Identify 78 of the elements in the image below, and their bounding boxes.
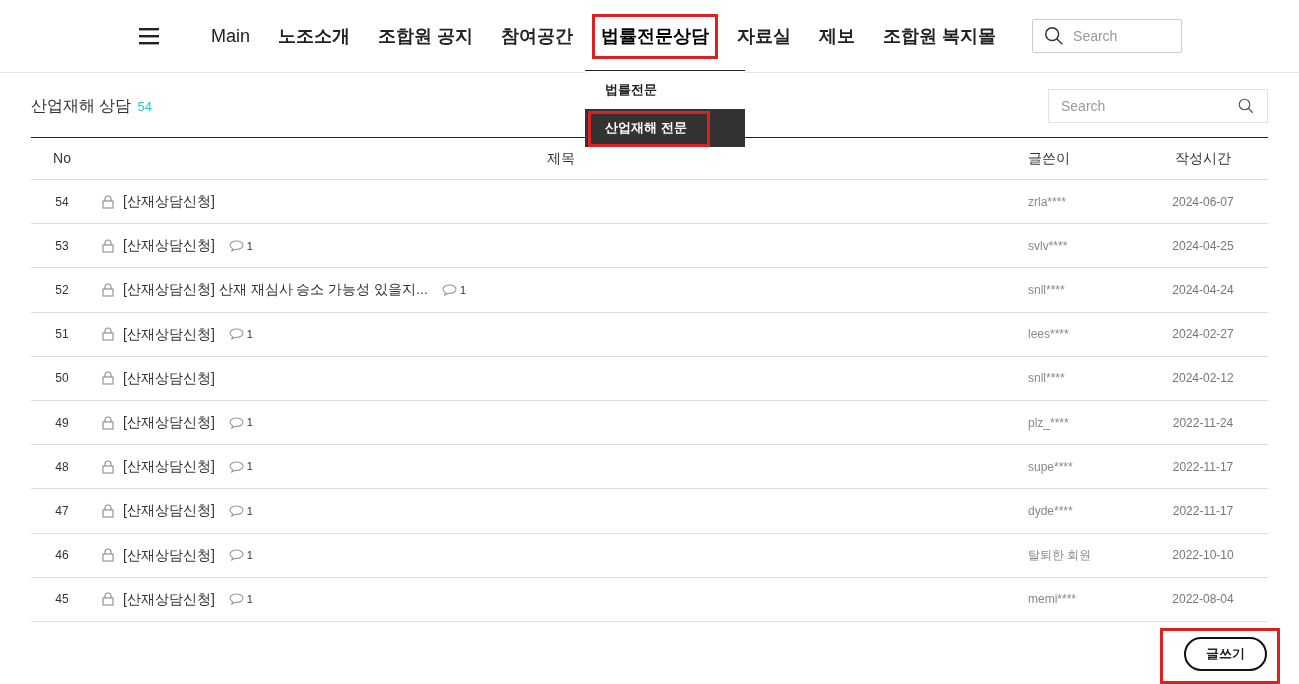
post-author: svlv**** <box>1028 237 1069 255</box>
post-date: 2024-04-24 <box>1171 281 1235 299</box>
comment-icon <box>228 504 244 517</box>
post-title[interactable]: [산재상담신청] <box>123 500 215 522</box>
search-input[interactable]: Search <box>1073 25 1172 47</box>
comment-icon <box>228 239 244 252</box>
column-header: 글쓴이 <box>1028 149 1071 168</box>
comment-icon <box>228 460 244 473</box>
post-title[interactable]: [산재상담신청] <box>123 235 215 257</box>
post-date: 2024-06-07 <box>1171 193 1235 211</box>
post-number: 46 <box>54 547 70 565</box>
nav-link[interactable]: 제보 <box>811 14 864 58</box>
post-title[interactable]: [산재상담신청] <box>123 323 215 345</box>
post-title[interactable]: [산재상담신청] <box>123 456 215 478</box>
comment-icon <box>228 416 244 429</box>
post-number: 49 <box>54 414 70 432</box>
comment-icon <box>441 283 457 296</box>
post-date: 2022-11-17 <box>1171 502 1235 520</box>
post-author: supe**** <box>1028 458 1074 476</box>
nav-link[interactable]: 조합원 공지 <box>370 14 482 58</box>
post-author: snll**** <box>1028 370 1066 388</box>
post-author: lees**** <box>1028 326 1070 344</box>
nav-link[interactable]: 조합원 복지몰 <box>875 14 1005 58</box>
comment-count: 1 <box>246 503 253 519</box>
comment-count: 1 <box>459 282 467 298</box>
comment-count: 1 <box>246 326 253 342</box>
post-author: dyde**** <box>1028 502 1074 520</box>
post-number: 50 <box>54 370 70 388</box>
post-author: snll**** <box>1028 281 1066 299</box>
post-date: 2024-02-12 <box>1171 370 1235 388</box>
post-date: 2024-02-27 <box>1171 326 1235 344</box>
post-author: zrla**** <box>1028 193 1067 211</box>
post-author: plz_**** <box>1028 414 1070 432</box>
post-title[interactable]: [산재상담신청] <box>123 588 215 610</box>
nav-link[interactable]: Main <box>203 14 258 58</box>
column-header: No <box>52 149 72 168</box>
menu-icon[interactable] <box>139 27 159 45</box>
post-number: 47 <box>54 502 70 520</box>
post-author: memi**** <box>1028 591 1077 609</box>
write-button[interactable]: 글쓰기 <box>1184 636 1267 671</box>
comment-count: 1 <box>246 459 253 475</box>
post-author: 탈퇴한 회원 <box>1028 547 1093 565</box>
search-field[interactable]: Search <box>1032 19 1183 53</box>
post-count: 54 <box>137 98 152 116</box>
post-number: 48 <box>54 458 70 476</box>
post-number: 54 <box>54 193 70 211</box>
post-title[interactable]: [산재상담신청] <box>123 412 215 434</box>
post-number: 51 <box>54 326 70 344</box>
comment-icon <box>228 328 244 341</box>
nav-link[interactable]: 법률전문상담 <box>593 14 718 58</box>
comment-count: 1 <box>246 547 253 563</box>
comment-count: 1 <box>246 238 253 254</box>
nav-link[interactable]: 자료실 <box>729 14 800 58</box>
search-input[interactable]: Search <box>1061 95 1237 117</box>
column-header: 작성시간 <box>1174 149 1232 168</box>
post-date: 2022-11-17 <box>1171 458 1235 476</box>
post-number: 53 <box>54 237 70 255</box>
post-number: 52 <box>54 281 70 299</box>
post-date: 2022-08-04 <box>1171 591 1235 609</box>
comment-icon <box>228 549 244 562</box>
post-date: 2024-04-25 <box>1171 237 1235 255</box>
column-header: 제목 <box>545 149 576 168</box>
post-title[interactable]: [산재상담신청] <box>123 367 215 389</box>
comment-count: 1 <box>246 415 253 431</box>
post-date: 2022-11-24 <box>1171 414 1235 432</box>
post-title[interactable]: [산재상담신청] <box>123 191 215 213</box>
search-icon <box>1043 25 1066 47</box>
post-date: 2022-10-10 <box>1171 547 1235 565</box>
comment-icon <box>228 593 244 606</box>
nav-link[interactable]: 참여공간 <box>493 14 582 58</box>
post-title[interactable]: [산재상담신청] 산재 재심사 승소 가능성 있을지... <box>123 279 428 301</box>
search-field[interactable]: Search <box>1048 89 1268 123</box>
board-title: 산업재해 상담 <box>31 96 132 116</box>
comment-count: 1 <box>246 592 253 608</box>
post-number: 45 <box>54 591 70 609</box>
nav-link[interactable]: 노조소개 <box>270 14 358 58</box>
post-title[interactable]: [산재상담신청] <box>123 544 215 566</box>
search-icon <box>1237 97 1255 115</box>
